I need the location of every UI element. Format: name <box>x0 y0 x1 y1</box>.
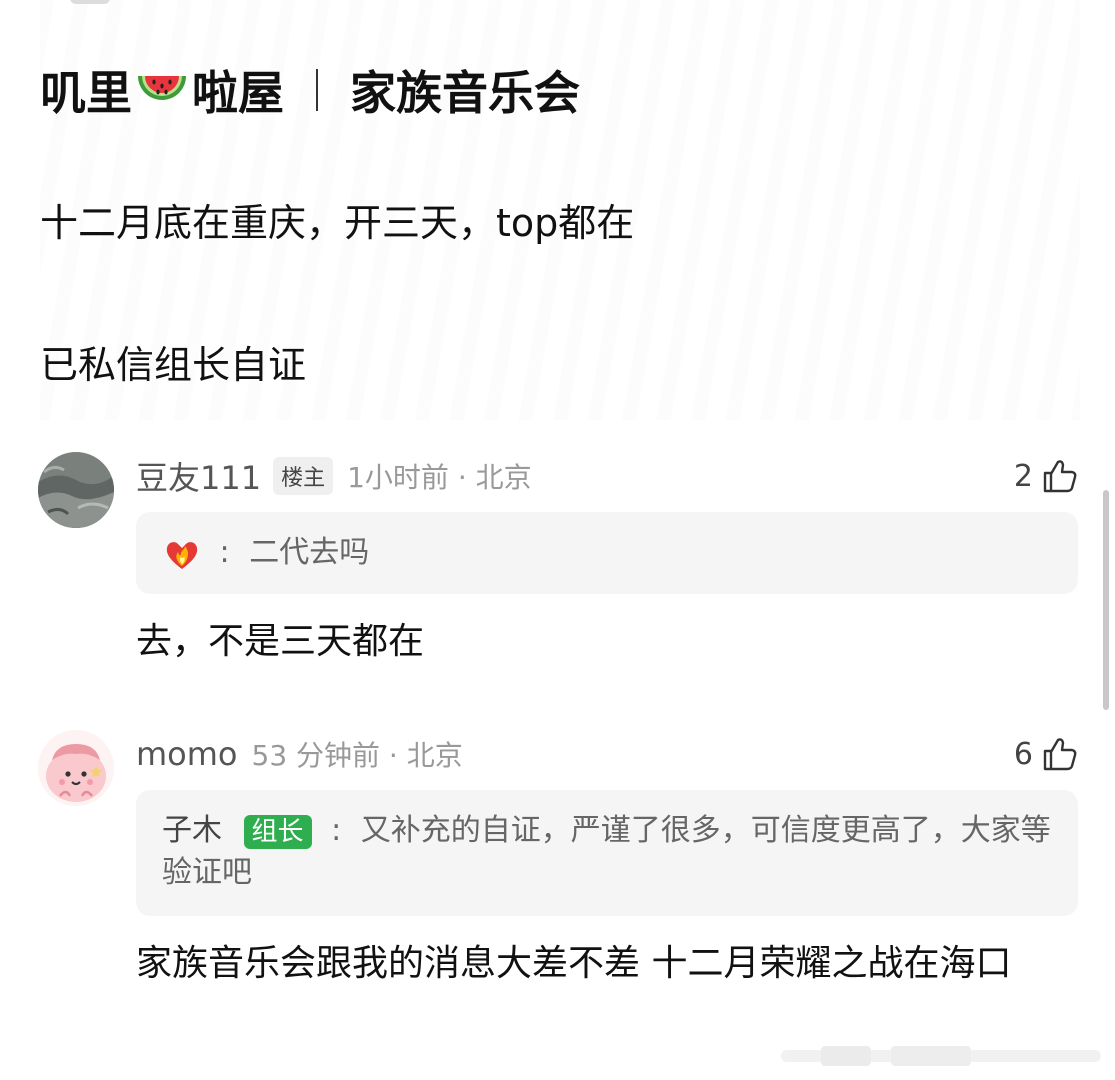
quoted-comment: 子木 组长 : 又补充的自证，严谨了很多，可信度更高了，大家等验证吧 <box>136 790 1078 916</box>
quoted-comment: : 二代去吗 <box>136 512 1078 594</box>
post-text-line-2: 已私信组长自证 <box>40 343 307 387</box>
op-badge: 楼主 <box>273 457 334 495</box>
like-count: 2 <box>1013 458 1033 494</box>
page-title: 叽里 啦屋 家族音乐会 <box>40 58 580 122</box>
comment-time: 1小时前 · 北京 <box>347 461 532 494</box>
watermark-logo <box>781 1046 1101 1066</box>
group-name-part1: 叽里 <box>40 66 132 120</box>
quote-colon: : <box>219 535 230 570</box>
burning-heart-icon <box>166 541 198 569</box>
top-cutoff-element <box>70 0 110 4</box>
comment-meta: momo 53 分钟前 · 北京 <box>136 732 463 776</box>
comment-meta: 豆友111 楼主 1小时前 · 北京 <box>136 454 532 498</box>
like-count: 6 <box>1013 736 1033 772</box>
group-name-part2: 啦屋 <box>192 66 284 120</box>
comment-reply-text: 家族音乐会跟我的消息大差不差 十二月荣耀之战在海口 <box>136 943 1012 984</box>
title-separator <box>316 69 318 111</box>
comment-time: 53 分钟前 · 北京 <box>251 739 463 772</box>
comment-username[interactable]: 豆友111 <box>136 453 261 499</box>
avatar[interactable] <box>38 730 114 806</box>
scrollbar[interactable] <box>1103 490 1109 710</box>
like-button[interactable]: 6 <box>1014 732 1079 776</box>
post-text-line-1: 十二月底在重庆，开三天，top都在 <box>40 201 635 245</box>
topic-title: 家族音乐会 <box>350 66 580 120</box>
group-leader-badge: 组长 <box>243 815 312 849</box>
quoted-username[interactable]: 子木 <box>162 813 222 848</box>
like-button[interactable]: 2 <box>1014 454 1079 498</box>
avatar-image <box>38 730 114 806</box>
thumbs-up-icon <box>1043 738 1077 771</box>
quoted-text: 二代去吗 <box>249 535 370 570</box>
thumbs-up-icon <box>1043 460 1077 493</box>
quote-colon: : <box>331 813 342 848</box>
comment-reply-text: 去，不是三天都在 <box>136 621 425 662</box>
avatar-image <box>38 452 114 528</box>
avatar[interactable] <box>38 452 114 528</box>
comment-username[interactable]: momo <box>136 735 238 773</box>
watermelon-icon <box>138 76 186 100</box>
